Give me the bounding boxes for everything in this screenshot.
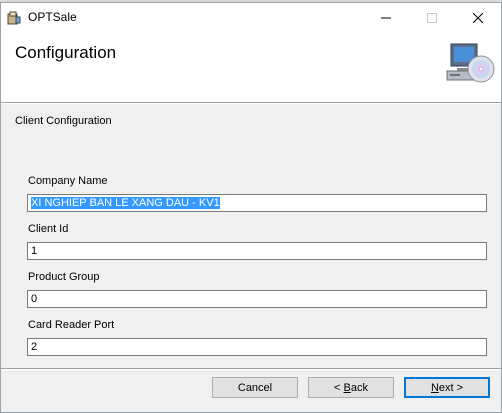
card-reader-port-value: 2 (31, 341, 38, 353)
card-reader-port-label: Card Reader Port (28, 319, 115, 331)
section-label: Client Configuration (15, 115, 112, 127)
back-button-prefix: < (334, 381, 344, 394)
minimize-icon (381, 17, 391, 19)
setup-app-icon (7, 11, 21, 25)
cancel-button-label: Cancel (237, 381, 273, 394)
client-id-label: Client Id (28, 223, 69, 235)
product-group-field[interactable]: 0 (27, 290, 487, 308)
product-group-label: Product Group (28, 271, 100, 283)
header-divider-highlight (1, 103, 501, 104)
wizard-header: Configuration (1, 33, 501, 102)
client-id-value: 1 (31, 245, 38, 257)
next-button-hotkey: N (430, 381, 439, 394)
setup-wizard-window: OPTSale Configuration Client Configurati… (0, 2, 502, 413)
title-bar[interactable]: OPTSale (1, 3, 501, 33)
back-button[interactable]: < Back (308, 377, 394, 398)
page-title: Configuration (15, 43, 117, 62)
next-button-rest: ext > (438, 381, 464, 394)
cancel-button[interactable]: Cancel (212, 377, 298, 398)
company-name-label: Company Name (28, 175, 108, 187)
card-reader-port-field[interactable]: 2 (27, 338, 487, 356)
back-button-rest: ack (350, 381, 368, 394)
company-name-field[interactable]: XI NGHIEP BAN LE XANG DAU - KV1 (27, 194, 487, 212)
close-icon (473, 13, 483, 23)
maximize-icon (427, 13, 437, 23)
minimize-button[interactable] (363, 3, 409, 33)
product-group-value: 0 (31, 293, 38, 305)
computer-cd-icon (446, 43, 495, 83)
next-button[interactable]: Next > (404, 377, 490, 398)
window-title: OPTSale (28, 10, 77, 24)
back-button-hotkey: B (343, 381, 351, 394)
client-id-field[interactable]: 1 (27, 242, 487, 260)
maximize-button[interactable] (409, 3, 455, 33)
footer-divider-highlight (1, 369, 501, 370)
company-name-value: XI NGHIEP BAN LE XANG DAU - KV1 (31, 197, 220, 209)
close-button[interactable] (455, 3, 501, 33)
